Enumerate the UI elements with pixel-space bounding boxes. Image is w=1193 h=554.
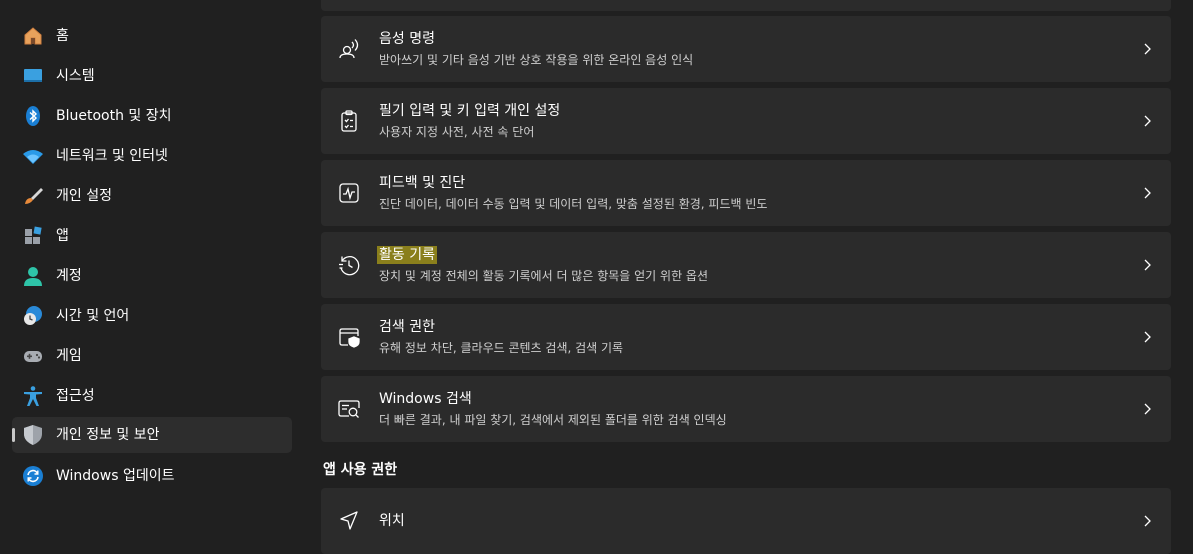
previous-card-edge	[321, 0, 1171, 11]
accessibility-icon	[22, 385, 44, 407]
sidebar-item-system[interactable]: 시스템	[12, 58, 292, 94]
card-inking-typing[interactable]: 필기 입력 및 키 입력 개인 설정 사용자 지정 사전, 사전 속 단어	[321, 88, 1171, 154]
sidebar-item-label: 앱	[56, 228, 69, 244]
sidebar: 홈 시스템 Bluetooth 및 장치 네트워크 및 인터넷 개인 설정 앱	[0, 0, 300, 553]
sidebar-item-gaming[interactable]: 게임	[12, 338, 292, 374]
update-icon	[22, 465, 44, 487]
clipboard-checklist-icon	[337, 109, 361, 133]
main-content: 음성 명령 받아쓰기 및 기타 음성 기반 상호 작용을 위한 온라인 음성 인…	[321, 0, 1171, 554]
sidebar-item-label: Bluetooth 및 장치	[56, 108, 172, 124]
diagnostics-icon	[337, 181, 361, 205]
sidebar-item-label: 계정	[56, 268, 82, 284]
search-permissions-icon	[337, 325, 361, 349]
chevron-right-icon	[1144, 43, 1151, 55]
card-description: 더 빠른 결과, 내 파일 찾기, 검색에서 제외된 폴더를 위한 검색 인덱싱	[379, 413, 727, 427]
card-title: 활동 기록	[377, 246, 437, 264]
display-icon	[22, 65, 44, 87]
sidebar-item-label: 시간 및 언어	[56, 308, 130, 324]
history-icon	[337, 253, 361, 277]
card-title: 위치	[379, 513, 405, 529]
section-heading-app-permissions: 앱 사용 권한	[323, 462, 398, 478]
sidebar-item-label: 네트워크 및 인터넷	[56, 148, 168, 164]
sidebar-item-label: 개인 설정	[56, 188, 112, 204]
sidebar-item-label: 게임	[56, 348, 82, 364]
person-icon	[22, 265, 44, 287]
card-description: 장치 및 계정 전체의 활동 기록에서 더 많은 항목을 얻기 위한 옵션	[379, 269, 709, 283]
shield-icon	[22, 424, 44, 446]
chevron-right-icon	[1144, 259, 1151, 271]
apps-icon	[22, 225, 44, 247]
chevron-right-icon	[1144, 403, 1151, 415]
selection-indicator	[12, 428, 15, 442]
card-windows-search[interactable]: Windows 검색 더 빠른 결과, 내 파일 찾기, 검색에서 제외된 폴더…	[321, 376, 1171, 442]
speech-icon	[337, 37, 361, 61]
sidebar-item-personalization[interactable]: 개인 설정	[12, 178, 292, 214]
card-location[interactable]: 위치	[321, 488, 1171, 554]
sidebar-item-accounts[interactable]: 계정	[12, 258, 292, 294]
windows-search-icon	[337, 397, 361, 421]
card-voice-activation[interactable]: 음성 명령 받아쓰기 및 기타 음성 기반 상호 작용을 위한 온라인 음성 인…	[321, 16, 1171, 82]
sidebar-item-privacy-security[interactable]: 개인 정보 및 보안	[12, 417, 292, 453]
card-title: 검색 권한	[379, 319, 435, 335]
sidebar-item-bluetooth[interactable]: Bluetooth 및 장치	[12, 98, 292, 134]
card-diagnostics-feedback[interactable]: 피드백 및 진단 진단 데이터, 데이터 수동 입력 및 데이터 입력, 맞춤 …	[321, 160, 1171, 226]
card-description: 받아쓰기 및 기타 음성 기반 상호 작용을 위한 온라인 음성 인식	[379, 53, 694, 67]
card-description: 진단 데이터, 데이터 수동 입력 및 데이터 입력, 맞춤 설정된 환경, 피…	[379, 197, 768, 211]
gamepad-icon	[22, 345, 44, 367]
sidebar-item-label: 시스템	[56, 68, 95, 84]
chevron-right-icon	[1144, 187, 1151, 199]
card-description: 유해 정보 차단, 클라우드 콘텐츠 검색, 검색 기록	[379, 341, 624, 355]
sidebar-item-label: Windows 업데이트	[56, 468, 175, 484]
sidebar-item-home[interactable]: 홈	[12, 18, 292, 54]
sidebar-item-label: 접근성	[56, 388, 95, 404]
card-title: 음성 명령	[379, 31, 435, 47]
sidebar-item-accessibility[interactable]: 접근성	[12, 378, 292, 414]
paintbrush-icon	[22, 185, 44, 207]
card-search-permissions[interactable]: 검색 권한 유해 정보 차단, 클라우드 콘텐츠 검색, 검색 기록	[321, 304, 1171, 370]
sidebar-item-windows-update[interactable]: Windows 업데이트	[12, 458, 292, 494]
card-activity-history[interactable]: 활동 기록 장치 및 계정 전체의 활동 기록에서 더 많은 항목을 얻기 위한…	[321, 232, 1171, 298]
bluetooth-icon	[22, 105, 44, 127]
card-title: Windows 검색	[379, 391, 472, 407]
sidebar-item-network[interactable]: 네트워크 및 인터넷	[12, 138, 292, 174]
sidebar-item-label: 홈	[56, 28, 69, 44]
sidebar-item-apps[interactable]: 앱	[12, 218, 292, 254]
sidebar-item-label: 개인 정보 및 보안	[56, 427, 160, 443]
chevron-right-icon	[1144, 515, 1151, 527]
sidebar-item-time-language[interactable]: 시간 및 언어	[12, 298, 292, 334]
card-title: 피드백 및 진단	[379, 175, 466, 191]
location-icon	[337, 509, 361, 533]
globe-clock-icon	[22, 305, 44, 327]
card-title: 필기 입력 및 키 입력 개인 설정	[379, 103, 561, 119]
card-description: 사용자 지정 사전, 사전 속 단어	[379, 125, 535, 139]
chevron-right-icon	[1144, 115, 1151, 127]
home-icon	[22, 25, 44, 47]
chevron-right-icon	[1144, 331, 1151, 343]
wifi-icon	[22, 145, 44, 167]
